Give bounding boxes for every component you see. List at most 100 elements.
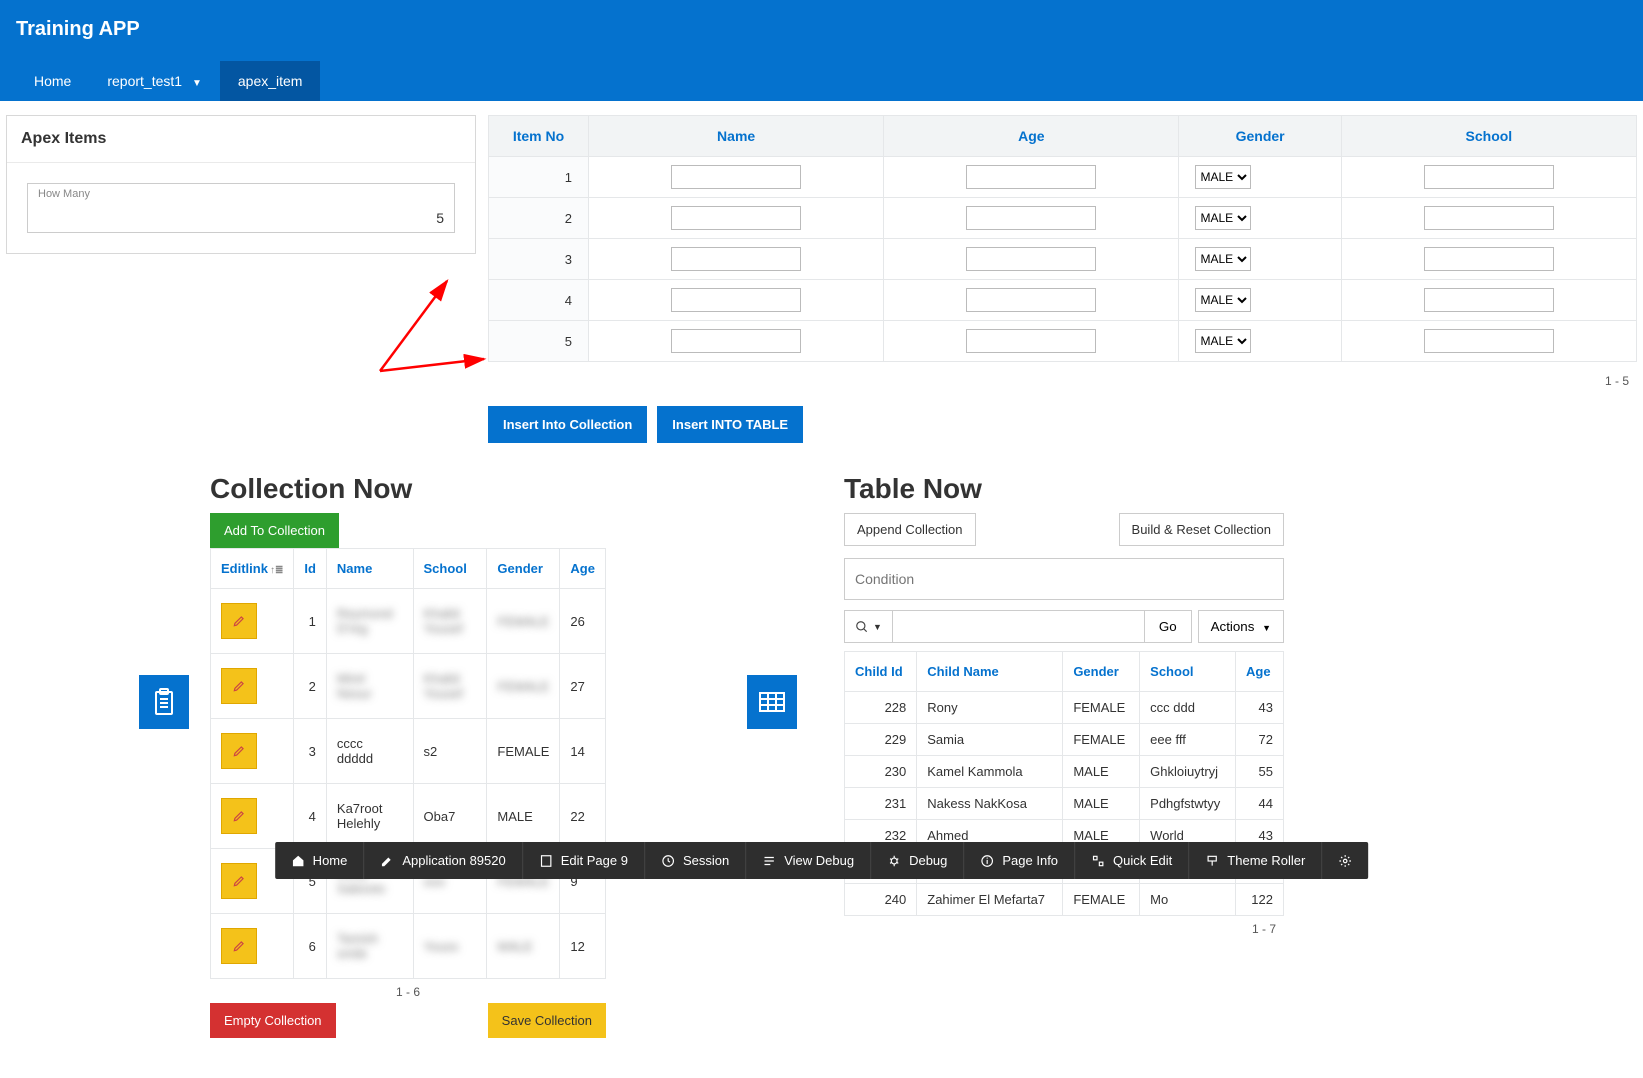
col-age[interactable]: Age [884,116,1179,157]
dev-theme-roller[interactable]: Theme Roller [1189,842,1322,879]
name-input[interactable] [671,206,801,230]
col-item-no[interactable]: Item No [489,116,589,157]
name-input[interactable] [671,329,801,353]
age-input[interactable] [966,206,1096,230]
gender-select[interactable]: MALE [1195,329,1251,353]
save-collection-button[interactable]: Save Collection [488,1003,606,1038]
dev-page-info[interactable]: Page Info [964,842,1075,879]
dev-settings[interactable] [1322,842,1368,879]
tab-home[interactable]: Home [16,61,89,101]
cell-age: 44 [1236,788,1284,820]
dev-debug[interactable]: Debug [871,842,964,879]
cell-name: cccc ddddd [326,719,413,784]
school-input[interactable] [1424,247,1554,271]
gender-select[interactable]: MALE [1195,247,1251,271]
col-child-id[interactable]: Child Id [845,652,917,692]
edit-row-button[interactable] [221,603,257,639]
theme-roller-icon [1205,854,1219,868]
name-input[interactable] [671,247,801,271]
actions-button[interactable]: Actions ▼ [1198,610,1284,643]
edit-row-button[interactable] [221,928,257,964]
cell-item-no: 1 [489,157,589,198]
col-name[interactable]: Name [326,549,413,589]
col-gender[interactable]: Gender [1063,652,1140,692]
col-name[interactable]: Name [589,116,884,157]
app-title: Training APP [16,18,1627,41]
col-gender[interactable]: Gender [487,549,560,589]
table-row: 229SamiaFEMALEeee fff72 [845,724,1284,756]
name-input[interactable] [671,288,801,312]
age-input[interactable] [966,288,1096,312]
col-child-name[interactable]: Child Name [917,652,1063,692]
col-editlink[interactable]: Editlink↑≣ [211,549,294,589]
dev-edit-page[interactable]: Edit Page 9 [523,842,645,879]
cell-school: Khalid Yousef [413,654,487,719]
apex-items-region: Apex Items How Many 5 [6,115,476,254]
school-input[interactable] [1424,165,1554,189]
tab-report-test1[interactable]: report_test1 ▼ [89,61,220,101]
dev-home[interactable]: Home [275,842,365,879]
cell-gender: FEMALE [487,589,560,654]
cell-school: Youss [413,914,487,979]
table-row: 5MALE [489,321,1637,362]
table-now-range: 1 - 7 [844,916,1284,948]
col-age[interactable]: Age [560,549,606,589]
edit-icon [380,854,394,868]
gender-select[interactable]: MALE [1195,165,1251,189]
edit-row-button[interactable] [221,863,257,899]
cell-item-no: 2 [489,198,589,239]
col-school[interactable]: School [1341,116,1636,157]
edit-row-button[interactable] [221,733,257,769]
tab-apex-item[interactable]: apex_item [220,61,321,101]
school-input[interactable] [1424,329,1554,353]
col-gender[interactable]: Gender [1179,116,1341,157]
search-input[interactable] [893,610,1144,643]
age-input[interactable] [966,329,1096,353]
clock-icon [661,854,675,868]
dev-session[interactable]: Session [645,842,746,879]
gender-select[interactable]: MALE [1195,288,1251,312]
cell-item-no: 4 [489,280,589,321]
col-id[interactable]: Id [294,549,327,589]
search-column-dropdown[interactable]: ▼ [844,610,893,643]
cell-age: 12 [560,914,606,979]
edit-row-button[interactable] [221,798,257,834]
build-reset-collection-button[interactable]: Build & Reset Collection [1119,513,1284,546]
how-many-field[interactable]: How Many 5 [27,183,455,233]
col-school[interactable]: School [1140,652,1236,692]
edit-row-button[interactable] [221,668,257,704]
school-input[interactable] [1424,288,1554,312]
cell-name: Mirel Nesur [326,654,413,719]
cell-child-id: 229 [845,724,917,756]
insert-into-collection-button[interactable]: Insert Into Collection [488,406,647,443]
cell-age: 122 [1236,884,1284,916]
col-school[interactable]: School [413,549,487,589]
go-button[interactable]: Go [1144,610,1192,643]
age-input[interactable] [966,247,1096,271]
table-row: 1Reymond D'regKhalid YousefFEMALE26 [211,589,606,654]
table-row: 231Nakess NakKosaMALEPdhgfstwtyy44 [845,788,1284,820]
name-input[interactable] [671,165,801,189]
table-row: 2Mirel NesurKhalid YousefFEMALE27 [211,654,606,719]
dev-application[interactable]: Application 89520 [364,842,522,879]
clipboard-icon[interactable] [139,675,189,729]
age-input[interactable] [966,165,1096,189]
cell-gender: MALE [487,784,560,849]
dev-view-debug[interactable]: View Debug [746,842,871,879]
empty-collection-button[interactable]: Empty Collection [210,1003,336,1038]
add-to-collection-button[interactable]: Add To Collection [210,513,339,548]
append-collection-button[interactable]: Append Collection [844,513,976,546]
insert-into-table-button[interactable]: Insert INTO TABLE [657,406,803,443]
tab-label: report_test1 [107,73,182,89]
how-many-label: How Many [38,188,444,200]
col-age[interactable]: Age [1236,652,1284,692]
info-icon [980,854,994,868]
condition-input[interactable] [844,558,1284,600]
cell-gender: FEMALE [1063,884,1140,916]
dev-quick-edit[interactable]: Quick Edit [1075,842,1189,879]
cell-school: Khalid Yousef [413,589,487,654]
cell-child-id: 230 [845,756,917,788]
gender-select[interactable]: MALE [1195,206,1251,230]
grid-icon[interactable] [747,675,797,729]
school-input[interactable] [1424,206,1554,230]
